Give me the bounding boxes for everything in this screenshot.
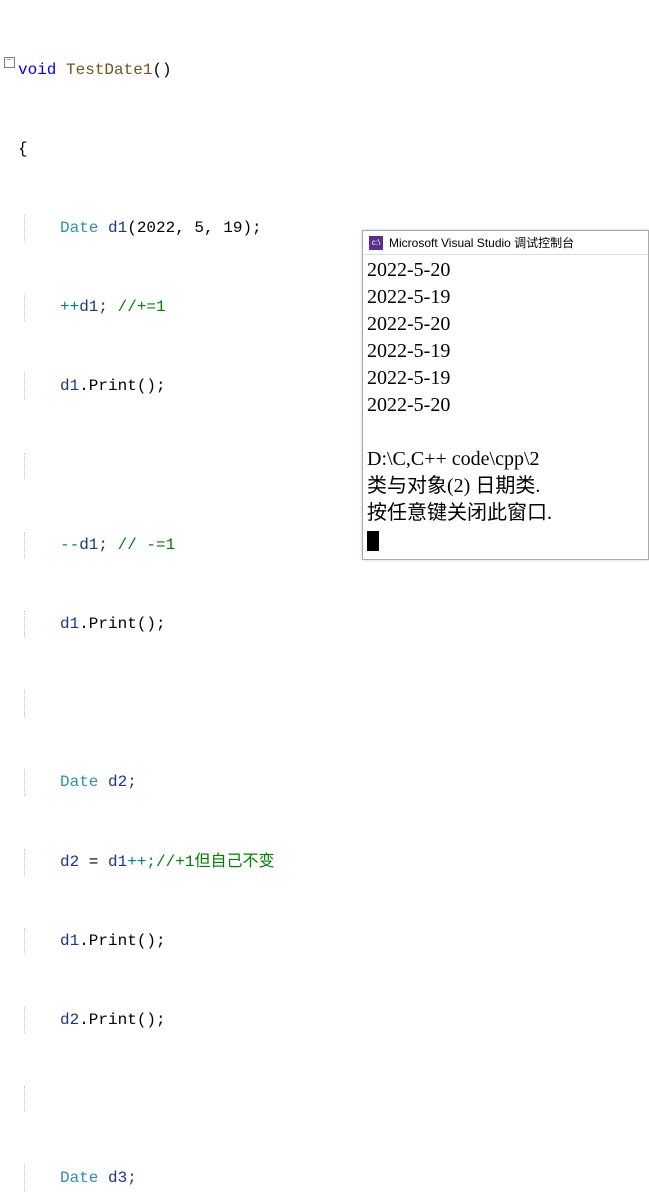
print-call: .Print();: [79, 932, 165, 950]
console-line: 2022-5-19: [367, 340, 450, 362]
console-line: 2022-5-19: [367, 367, 450, 389]
var-d1: d1: [108, 853, 127, 871]
comment: //+1但自己不变: [156, 853, 274, 871]
print-call: .Print();: [79, 377, 165, 395]
console-title: Microsoft Visual Studio 调试控制台: [389, 234, 574, 251]
parens: (): [152, 61, 171, 79]
console-desc: 类与对象(2) 日期类.: [367, 475, 540, 497]
var-d1: d1: [60, 377, 79, 395]
var-d2: d2: [60, 853, 79, 871]
console-line: 2022-5-19: [367, 286, 450, 308]
var-d2: d2;: [108, 773, 137, 791]
debug-console-window[interactable]: c:\ Microsoft Visual Studio 调试控制台 2022-5…: [362, 230, 649, 560]
op-postinc: ++;: [127, 853, 156, 871]
console-close-msg: 按任意键关闭此窗口.: [367, 502, 552, 524]
comment: //+=1: [108, 298, 166, 316]
code-editor[interactable]: − void TestDate1() { Date d1(2022, 5, 19…: [0, 0, 649, 1202]
console-title-bar[interactable]: c:\ Microsoft Visual Studio 调试控制台: [363, 231, 648, 255]
visual-studio-icon: c:\: [369, 236, 383, 250]
keyword-void: void: [18, 61, 56, 79]
var-d3: d3;: [108, 1169, 137, 1187]
var-d1: d1;: [79, 298, 108, 316]
var-d1: d1: [60, 615, 79, 633]
type-date: Date: [60, 1169, 98, 1187]
print-call: .Print();: [79, 615, 165, 633]
var-d2: d2: [60, 1011, 79, 1029]
type-date: Date: [60, 219, 98, 237]
comment: // -=1: [108, 536, 175, 554]
print-call: .Print();: [79, 1011, 165, 1029]
var-d1: d1: [108, 219, 127, 237]
op-predec: --: [60, 536, 79, 554]
function-name: TestDate1: [66, 61, 152, 79]
console-line: 2022-5-20: [367, 313, 450, 335]
brace-open: {: [18, 140, 28, 158]
console-path: D:\C,C++ code\cpp\2: [367, 448, 540, 470]
var-d1: d1: [60, 932, 79, 950]
var-d1: d1;: [79, 536, 108, 554]
console-line: 2022-5-20: [367, 259, 450, 281]
type-date: Date: [60, 773, 98, 791]
console-output: 2022-5-20 2022-5-19 2022-5-20 2022-5-19 …: [363, 255, 648, 556]
fold-icon[interactable]: −: [4, 57, 15, 68]
ctor-args: (2022, 5, 19);: [127, 219, 261, 237]
op-preinc: ++: [60, 298, 79, 316]
assign: =: [79, 853, 108, 871]
console-line: 2022-5-20: [367, 394, 450, 416]
cursor-icon: [367, 531, 379, 551]
